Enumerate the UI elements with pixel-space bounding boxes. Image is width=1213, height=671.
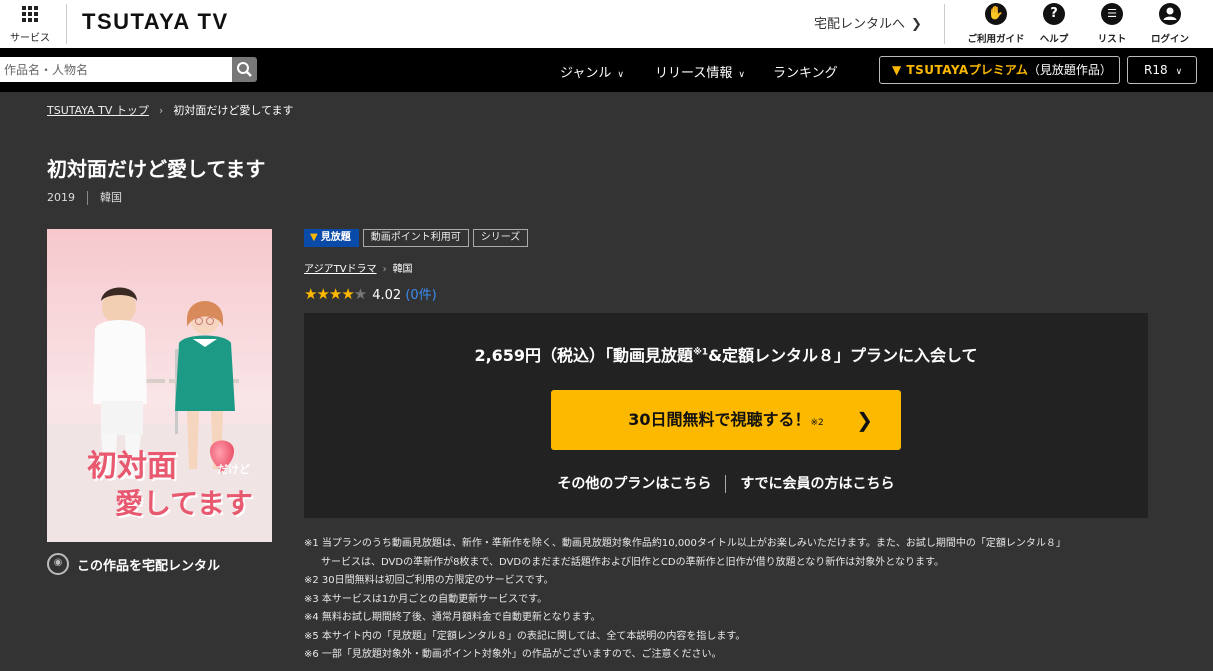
note-5: ※5 本サイト内の「見放題」「定額レンタル８」の表記に関しては、全て本説明の内容… [304,630,746,642]
plan-headline-a: 2,659円（税込）「動画見放題 [474,346,694,365]
guide-icon: ✋ [985,3,1007,25]
chevron-down-icon: ∨ [738,70,745,80]
delivery-rental-button[interactable]: ◉ この作品を宅配レンタル [47,553,220,575]
tag-list: ▼ 見放題 動画ポイント利用可 シリーズ [304,229,529,247]
services-label: サービス [10,33,50,44]
chevron-right-icon: ❯ [856,408,873,432]
chevron-right-icon: ❯ [911,17,922,32]
site-logo[interactable]: TSUTAYA TV [82,9,229,35]
free-trial-button[interactable]: 30日間無料で視聴する！※2 ❯ [551,390,901,450]
premium-word: プレミアム [968,63,1028,77]
rating-value: 4.02 [372,288,402,303]
login-label: ログイン [1150,34,1189,45]
divider [87,191,88,205]
login-button[interactable]: ログイン [1137,3,1203,45]
review-count-link[interactable]: (0件) [405,288,436,303]
plan-links: その他のプランはこちら すでに会員の方はこちら [304,473,1148,493]
chevron-down-icon: ∨ [617,70,624,80]
search-icon [237,62,252,77]
guide-label: ご利用ガイド [967,34,1025,45]
nav-ranking-label: ランキング [773,66,838,81]
note-4: ※4 無料お試し期間終了後、通常月額料金で自動更新となります。 [304,612,601,623]
nav-release-label: リリース情報 [655,66,733,81]
title-meta: 2019 韓国 [47,189,122,205]
tag-unlimited-label: 見放題 [320,232,351,243]
poster-title-1: 初対面 [87,449,177,484]
premium-gem-icon: ▼ [310,232,318,243]
chevron-right-icon: › [158,104,164,117]
delivery-rental-label: 宅配レンタルへ [814,17,906,32]
help-label: ヘルプ [1039,34,1069,45]
delivery-rental-text: この作品を宅配レンタル [77,558,221,574]
divider [66,4,67,44]
help-icon: ? [1043,3,1065,25]
help-button[interactable]: ? ヘルプ [1021,3,1087,45]
divider [944,4,945,44]
plan-headline-b: &定額レンタル８」プランに入会して [708,346,978,365]
list-icon: ☰ [1101,3,1123,25]
guide-button[interactable]: ✋ ご利用ガイド [963,3,1029,45]
plan-headline-note: ※1 [693,347,709,358]
search-button[interactable] [232,57,257,82]
poster-image[interactable]: 初対面 だけど 愛してます [47,229,272,542]
free-trial-note: ※2 [810,418,824,428]
rating: ★★★★★ 4.02 (0件) [304,284,437,303]
premium-gem-icon: ▼ [892,63,902,77]
note-1: ※1 当プランのうち動画見放題は、新作・準新作を除く、動画見放題対象作品約10,… [304,538,1066,549]
breadcrumb-home[interactable]: TSUTAYA TV トップ [47,104,149,117]
other-plans-link[interactable]: その他のプランはこちら [557,476,711,492]
nav-ranking[interactable]: ランキング [773,62,838,81]
search-input[interactable] [0,57,232,82]
chevron-right-icon: › [382,264,387,275]
note-6: ※6 一部「見放題対象外・動画ポイント対象外」の作品がございますので、ご注意くだ… [304,649,722,660]
release-year: 2019 [47,191,75,204]
note-3: ※3 本サービスは1か月ごとの自動更新サービスです。 [304,593,548,605]
notes: ※1 当プランのうち動画見放題は、新作・準新作を除く、動画見放題対象作品約10,… [304,535,1174,665]
tag-unlimited: ▼ 見放題 [304,229,359,247]
grid-icon [22,6,38,22]
main-nav: ジャンル ∨ リリース情報 ∨ ランキング ▼ TSUTAYAプレミアム（見放題作品… [0,48,1213,92]
r18-label: R18 [1144,63,1168,77]
disc-icon: ◉ [47,553,69,575]
services-menu[interactable]: サービス [8,6,52,44]
delivery-rental-link[interactable]: 宅配レンタルへ ❯ [814,13,922,32]
premium-button[interactable]: ▼ TSUTAYAプレミアム（見放題作品） [879,56,1120,84]
chevron-down-icon: ∨ [1175,67,1183,77]
premium-suffix: （見放題作品） [1027,63,1112,77]
tag-points: 動画ポイント利用可 [362,229,469,247]
country: 韓国 [100,191,122,204]
premium-brand-label: TSUTAYA [906,63,969,77]
poster-title-small: だけど [217,463,250,476]
star-rating-icon: ★★★★★ [304,285,367,303]
premium-brand: ▼ TSUTAYA [892,63,969,77]
list-button[interactable]: ☰ リスト [1079,3,1145,45]
genre-link[interactable]: アジアTVドラマ [304,264,377,275]
divider [725,475,727,493]
genre-sub: 韓国 [392,264,413,275]
page-title: 初対面だけど愛してます [47,157,266,181]
nav-genre-label: ジャンル [560,66,612,81]
nav-release[interactable]: リリース情報 ∨ [655,62,745,81]
breadcrumb: TSUTAYA TV トップ › 初対面だけど愛してます [47,102,293,118]
note-1-cont: サービスは、DVDの準新作が8枚まで、DVDのまだまだ話題作および旧作とCDの準… [321,556,944,568]
member-login-link[interactable]: すでに会員の方はこちら [740,476,894,492]
tag-series: シリーズ [472,229,529,247]
r18-dropdown[interactable]: R18 ∨ [1127,56,1197,84]
poster-title-2: 愛してます [115,487,253,520]
list-label: リスト [1097,34,1127,45]
note-2: ※2 30日間無料は初回ご利用の方限定のサービスです。 [304,575,554,586]
top-header: サービス TSUTAYA TV 宅配レンタルへ ❯ ✋ ご利用ガイド ? ヘルプ … [0,0,1213,48]
free-trial-label: 30日間無料で視聴する！ [628,410,811,429]
genre-path: アジアTVドラマ › 韓国 [304,260,413,275]
plan-headline: 2,659円（税込）「動画見放題※1&定額レンタル８」プランに入会して [304,342,1148,366]
user-icon [1159,3,1181,25]
breadcrumb-current: 初対面だけど愛してます [173,104,294,117]
nav-genre[interactable]: ジャンル ∨ [560,62,624,81]
plan-box: 2,659円（税込）「動画見放題※1&定額レンタル８」プランに入会して 30日間… [304,313,1148,518]
